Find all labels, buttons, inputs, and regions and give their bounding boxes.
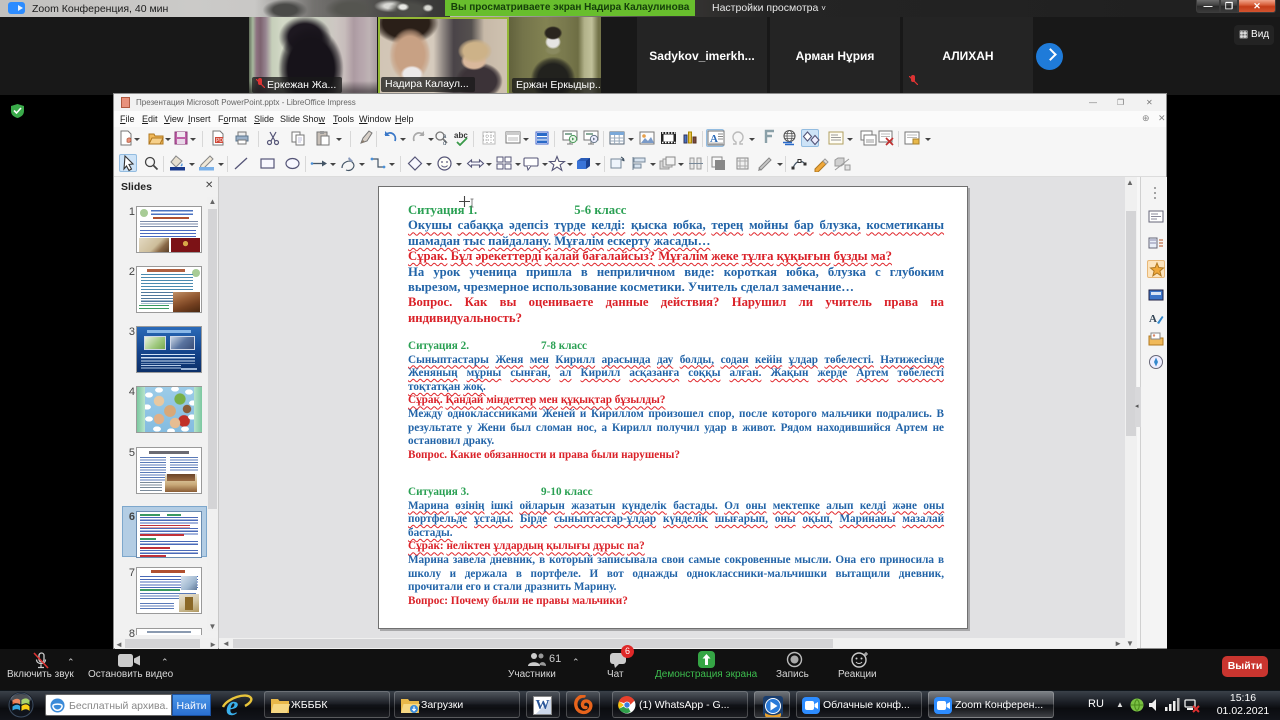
svg-text:A: A bbox=[1149, 313, 1157, 325]
svg-text:d: d bbox=[443, 141, 446, 146]
svg-text:e: e bbox=[226, 691, 238, 720]
svg-text:a: a bbox=[443, 134, 447, 140]
svg-text:PDF: PDF bbox=[216, 138, 226, 144]
